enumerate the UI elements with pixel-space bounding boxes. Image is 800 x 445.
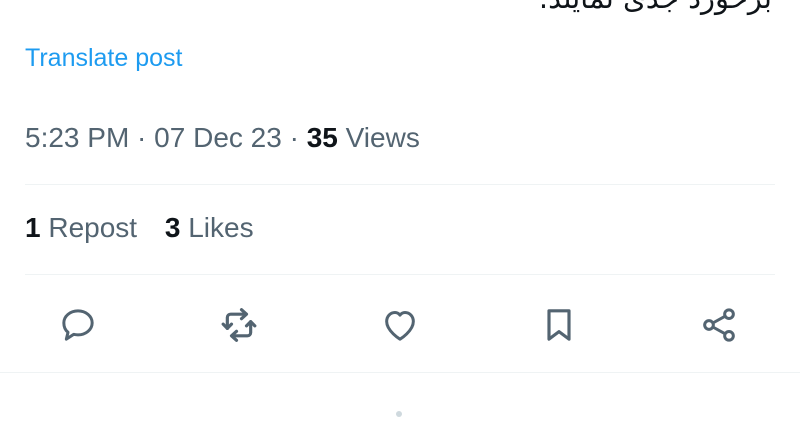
action-bar bbox=[0, 300, 800, 350]
views-count: 35 bbox=[306, 122, 338, 153]
repost-icon bbox=[221, 308, 257, 342]
meta-separator: · bbox=[129, 122, 155, 153]
engagement-stats: 1 Repost 3 Likes bbox=[25, 212, 274, 244]
reposts-count: 1 bbox=[25, 212, 41, 243]
like-button[interactable] bbox=[375, 300, 425, 350]
reply-button[interactable] bbox=[53, 300, 103, 350]
heart-icon bbox=[385, 311, 415, 341]
views-label: Views bbox=[337, 122, 420, 153]
divider bbox=[25, 184, 775, 185]
repost-button[interactable] bbox=[214, 300, 264, 350]
meta-separator: · bbox=[281, 122, 307, 153]
post-text: برخورد جدی نمایند. bbox=[539, 0, 772, 16]
likes-stat[interactable]: 3 Likes bbox=[165, 212, 254, 243]
likes-label: Likes bbox=[180, 212, 254, 243]
divider bbox=[25, 274, 775, 275]
translate-post-link[interactable]: Translate post bbox=[25, 44, 182, 73]
reply-icon bbox=[62, 309, 94, 341]
bookmark-button[interactable] bbox=[534, 300, 584, 350]
reposts-label: Repost bbox=[40, 212, 138, 243]
likes-count: 3 bbox=[164, 212, 181, 243]
post-date[interactable]: 07 Dec 23 bbox=[154, 122, 282, 153]
post-time[interactable]: 5:23 PM bbox=[25, 122, 129, 153]
share-button[interactable] bbox=[694, 300, 744, 350]
scroll-indicator-dot bbox=[396, 411, 402, 417]
post-metadata: 5:23 PM · 07 Dec 23 · 35 Views bbox=[25, 122, 420, 154]
share-icon bbox=[703, 308, 735, 342]
divider bbox=[0, 372, 800, 373]
bookmark-icon bbox=[547, 309, 571, 341]
reposts-stat[interactable]: 1 Repost bbox=[25, 212, 137, 243]
